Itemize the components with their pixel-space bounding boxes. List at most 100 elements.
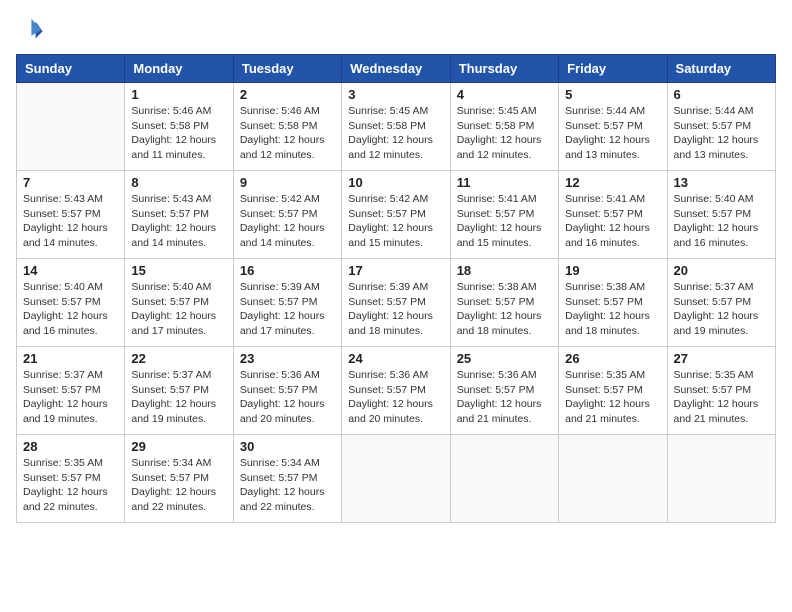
calendar-cell [667,435,775,523]
day-info: Sunrise: 5:40 AM Sunset: 5:57 PM Dayligh… [23,280,118,339]
day-number: 20 [674,263,769,278]
day-info: Sunrise: 5:44 AM Sunset: 5:57 PM Dayligh… [565,104,660,163]
day-info: Sunrise: 5:37 AM Sunset: 5:57 PM Dayligh… [674,280,769,339]
day-number: 27 [674,351,769,366]
day-number: 22 [131,351,226,366]
calendar-cell: 17Sunrise: 5:39 AM Sunset: 5:57 PM Dayli… [342,259,450,347]
day-info: Sunrise: 5:37 AM Sunset: 5:57 PM Dayligh… [131,368,226,427]
day-number: 2 [240,87,335,102]
day-info: Sunrise: 5:39 AM Sunset: 5:57 PM Dayligh… [240,280,335,339]
calendar-header-sunday: Sunday [17,55,125,83]
calendar-cell: 27 Sunrise: 5:35 AM Sunset: 5:57 PM Dayli… [667,347,775,435]
calendar-week-row-4: 21 Sunrise: 5:37 AM Sunset: 5:57 PM Dayli… [17,347,776,435]
day-info: Sunrise: 5:42 AM Sunset: 5:57 PM Dayligh… [348,192,443,251]
logo-icon [16,16,44,44]
day-number: 1 [131,87,226,102]
day-number: 23 [240,351,335,366]
calendar-cell: 21 Sunrise: 5:37 AM Sunset: 5:57 PM Dayli… [17,347,125,435]
day-number: 30 [240,439,335,454]
day-number: 13 [674,175,769,190]
calendar-cell: 12Sunrise: 5:41 AM Sunset: 5:57 PM Dayli… [559,171,667,259]
calendar-header-saturday: Saturday [667,55,775,83]
day-info: Sunrise: 5:40 AM Sunset: 5:57 PM Dayligh… [131,280,226,339]
day-number: 12 [565,175,660,190]
day-number: 24 [348,351,443,366]
day-number: 14 [23,263,118,278]
day-number: 21 [23,351,118,366]
day-number: 18 [457,263,552,278]
calendar-cell: 1 Sunrise: 5:46 AM Sunset: 5:58 PM Daylig… [125,83,233,171]
calendar-cell: 16Sunrise: 5:39 AM Sunset: 5:57 PM Dayli… [233,259,341,347]
day-number: 11 [457,175,552,190]
day-info: Sunrise: 5:38 AM Sunset: 5:57 PM Dayligh… [457,280,552,339]
day-number: 8 [131,175,226,190]
day-info: Sunrise: 5:35 AM Sunset: 5:57 PM Dayligh… [674,368,769,427]
calendar-cell: 30 Sunrise: 5:34 AM Sunset: 5:57 PM Dayli… [233,435,341,523]
day-number: 4 [457,87,552,102]
page-header [16,16,776,44]
day-info: Sunrise: 5:34 AM Sunset: 5:57 PM Dayligh… [240,456,335,515]
logo [16,16,48,44]
calendar-cell: 3 Sunrise: 5:45 AM Sunset: 5:58 PM Daylig… [342,83,450,171]
day-number: 15 [131,263,226,278]
calendar-cell: 10 Sunrise: 5:42 AM Sunset: 5:57 PM Dayli… [342,171,450,259]
day-number: 6 [674,87,769,102]
day-info: Sunrise: 5:36 AM Sunset: 5:57 PM Dayligh… [348,368,443,427]
day-info: Sunrise: 5:43 AM Sunset: 5:57 PM Dayligh… [131,192,226,251]
day-info: Sunrise: 5:36 AM Sunset: 5:57 PM Dayligh… [240,368,335,427]
calendar-cell [559,435,667,523]
day-number: 29 [131,439,226,454]
calendar-cell: 26 Sunrise: 5:35 AM Sunset: 5:57 PM Dayli… [559,347,667,435]
day-info: Sunrise: 5:34 AM Sunset: 5:57 PM Dayligh… [131,456,226,515]
calendar-cell: 7 Sunrise: 5:43 AM Sunset: 5:57 PM Daylig… [17,171,125,259]
day-info: Sunrise: 5:45 AM Sunset: 5:58 PM Dayligh… [348,104,443,163]
day-number: 17 [348,263,443,278]
calendar-cell: 29 Sunrise: 5:34 AM Sunset: 5:57 PM Dayli… [125,435,233,523]
day-info: Sunrise: 5:45 AM Sunset: 5:58 PM Dayligh… [457,104,552,163]
calendar-cell: 25 Sunrise: 5:36 AM Sunset: 5:57 PM Dayli… [450,347,558,435]
calendar-header-monday: Monday [125,55,233,83]
calendar-week-row-3: 14 Sunrise: 5:40 AM Sunset: 5:57 PM Dayli… [17,259,776,347]
calendar-table: SundayMondayTuesdayWednesdayThursdayFrid… [16,54,776,523]
day-number: 3 [348,87,443,102]
day-info: Sunrise: 5:38 AM Sunset: 5:57 PM Dayligh… [565,280,660,339]
calendar-cell: 11 Sunrise: 5:41 AM Sunset: 5:57 PM Dayli… [450,171,558,259]
calendar-week-row-2: 7 Sunrise: 5:43 AM Sunset: 5:57 PM Daylig… [17,171,776,259]
calendar-header-friday: Friday [559,55,667,83]
day-number: 19 [565,263,660,278]
calendar-header-thursday: Thursday [450,55,558,83]
calendar-header-row: SundayMondayTuesdayWednesdayThursdayFrid… [17,55,776,83]
calendar-cell [450,435,558,523]
calendar-cell: 20 Sunrise: 5:37 AM Sunset: 5:57 PM Dayli… [667,259,775,347]
calendar-header-wednesday: Wednesday [342,55,450,83]
calendar-cell: 24 Sunrise: 5:36 AM Sunset: 5:57 PM Dayli… [342,347,450,435]
calendar-cell: 13 Sunrise: 5:40 AM Sunset: 5:57 PM Dayli… [667,171,775,259]
calendar-cell [17,83,125,171]
day-number: 9 [240,175,335,190]
calendar-cell: 4 Sunrise: 5:45 AM Sunset: 5:58 PM Daylig… [450,83,558,171]
day-info: Sunrise: 5:35 AM Sunset: 5:57 PM Dayligh… [23,456,118,515]
day-info: Sunrise: 5:46 AM Sunset: 5:58 PM Dayligh… [240,104,335,163]
calendar-cell: 2 Sunrise: 5:46 AM Sunset: 5:58 PM Daylig… [233,83,341,171]
calendar-cell: 15 Sunrise: 5:40 AM Sunset: 5:57 PM Dayli… [125,259,233,347]
day-number: 25 [457,351,552,366]
day-info: Sunrise: 5:40 AM Sunset: 5:57 PM Dayligh… [674,192,769,251]
day-info: Sunrise: 5:35 AM Sunset: 5:57 PM Dayligh… [565,368,660,427]
calendar-cell [342,435,450,523]
calendar-cell: 5Sunrise: 5:44 AM Sunset: 5:57 PM Daylig… [559,83,667,171]
calendar-cell: 8 Sunrise: 5:43 AM Sunset: 5:57 PM Daylig… [125,171,233,259]
day-info: Sunrise: 5:43 AM Sunset: 5:57 PM Dayligh… [23,192,118,251]
calendar-cell: 19 Sunrise: 5:38 AM Sunset: 5:57 PM Dayli… [559,259,667,347]
day-info: Sunrise: 5:37 AM Sunset: 5:57 PM Dayligh… [23,368,118,427]
calendar-cell: 28Sunrise: 5:35 AM Sunset: 5:57 PM Dayli… [17,435,125,523]
day-info: Sunrise: 5:36 AM Sunset: 5:57 PM Dayligh… [457,368,552,427]
day-number: 10 [348,175,443,190]
day-number: 26 [565,351,660,366]
day-info: Sunrise: 5:46 AM Sunset: 5:58 PM Dayligh… [131,104,226,163]
day-info: Sunrise: 5:44 AM Sunset: 5:57 PM Dayligh… [674,104,769,163]
day-info: Sunrise: 5:41 AM Sunset: 5:57 PM Dayligh… [457,192,552,251]
calendar-cell: 9Sunrise: 5:42 AM Sunset: 5:57 PM Daylig… [233,171,341,259]
calendar-cell: 6 Sunrise: 5:44 AM Sunset: 5:57 PM Daylig… [667,83,775,171]
day-number: 7 [23,175,118,190]
calendar-cell: 14 Sunrise: 5:40 AM Sunset: 5:57 PM Dayli… [17,259,125,347]
